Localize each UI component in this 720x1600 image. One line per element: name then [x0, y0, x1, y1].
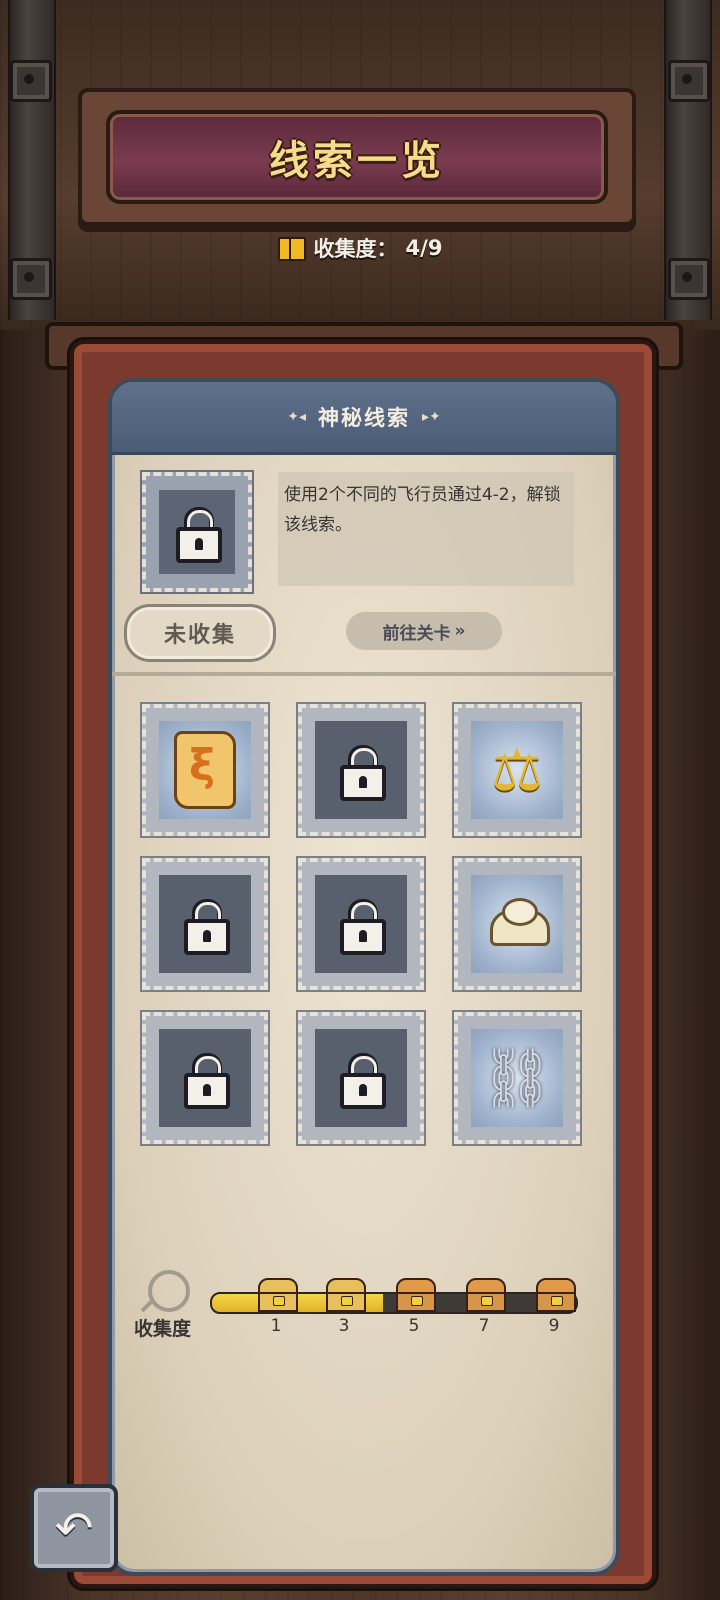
milestone-label: 1	[270, 1316, 282, 1336]
chest-icon[interactable]	[536, 1278, 576, 1312]
selected-clue-tile	[140, 470, 254, 594]
chest-icon[interactable]	[466, 1278, 506, 1312]
clue-tile-2[interactable]	[296, 702, 426, 838]
panel-title: 神秘线索	[318, 406, 410, 430]
lock-icon	[338, 899, 386, 955]
clue-description: 使用2个不同的飞行员通过4-2，解锁该线索。	[278, 472, 574, 586]
clue-panel: ✦◂ 神秘线索 ▸✦ 使用2个不同的飞行员通过4-2，解锁该线索。 未收集 前往…	[108, 378, 620, 1576]
divider	[112, 672, 616, 676]
chest-icon[interactable]	[326, 1278, 366, 1312]
lock-icon	[174, 507, 222, 563]
lock-icon	[338, 745, 386, 801]
back-arrow-icon: ↶	[54, 1501, 94, 1555]
double-chevron-icon: »	[454, 621, 466, 641]
right-ornament-icon: ▸✦	[422, 409, 441, 425]
clue-tile-5[interactable]	[296, 856, 426, 992]
clue-tile-3[interactable]: ⚖	[452, 702, 582, 838]
clue-tile-4[interactable]	[140, 856, 270, 992]
collection-progress-header: 收集度： 4/9	[0, 228, 720, 268]
milestone-label: 7	[478, 1316, 490, 1336]
book-icon	[277, 237, 306, 261]
chest-icon[interactable]	[258, 1278, 298, 1312]
broken-chain-icon: ⛓	[480, 1043, 554, 1112]
lock-icon	[182, 1053, 230, 1109]
progress-value: 4/9	[405, 236, 443, 260]
title-plate: 线索一览	[106, 110, 608, 204]
chest-icon[interactable]	[396, 1278, 436, 1312]
page-title: 线索一览	[269, 138, 445, 184]
back-button[interactable]: ↶	[30, 1484, 118, 1572]
goto-stage-label: 前往关卡	[382, 623, 451, 644]
clue-tile-7[interactable]	[140, 1010, 270, 1146]
magnifier-icon	[148, 1270, 190, 1312]
bolt-icon	[668, 60, 710, 102]
scale-icon: ⚖	[491, 736, 543, 804]
clue-tile-8[interactable]	[296, 1010, 426, 1146]
milestone-label: 5	[408, 1316, 420, 1336]
clue-tile-6[interactable]	[452, 856, 582, 992]
lock-icon	[182, 899, 230, 955]
left-ornament-icon: ✦◂	[287, 409, 306, 425]
clue-tile-9[interactable]: ⛓	[452, 1010, 582, 1146]
clue-tile-1[interactable]	[140, 702, 270, 838]
selected-clue-inner	[159, 490, 235, 574]
collection-status-badge: 未收集	[124, 604, 276, 662]
goto-stage-button[interactable]: 前往关卡 »	[346, 612, 502, 650]
bolt-icon	[10, 60, 52, 102]
scroll-icon	[174, 731, 236, 809]
title-sign: 线索一览	[78, 88, 636, 226]
cloth-icon	[482, 896, 552, 952]
progress-label: 收集度：	[313, 237, 398, 261]
panel-header: ✦◂ 神秘线索 ▸✦	[112, 382, 616, 455]
collection-progress: 收集度 1 3 5 7 9	[134, 1262, 594, 1352]
milestone-label: 3	[338, 1316, 350, 1336]
milestone-label: 9	[548, 1316, 560, 1336]
lock-icon	[338, 1053, 386, 1109]
collection-label: 收集度	[134, 1318, 192, 1340]
